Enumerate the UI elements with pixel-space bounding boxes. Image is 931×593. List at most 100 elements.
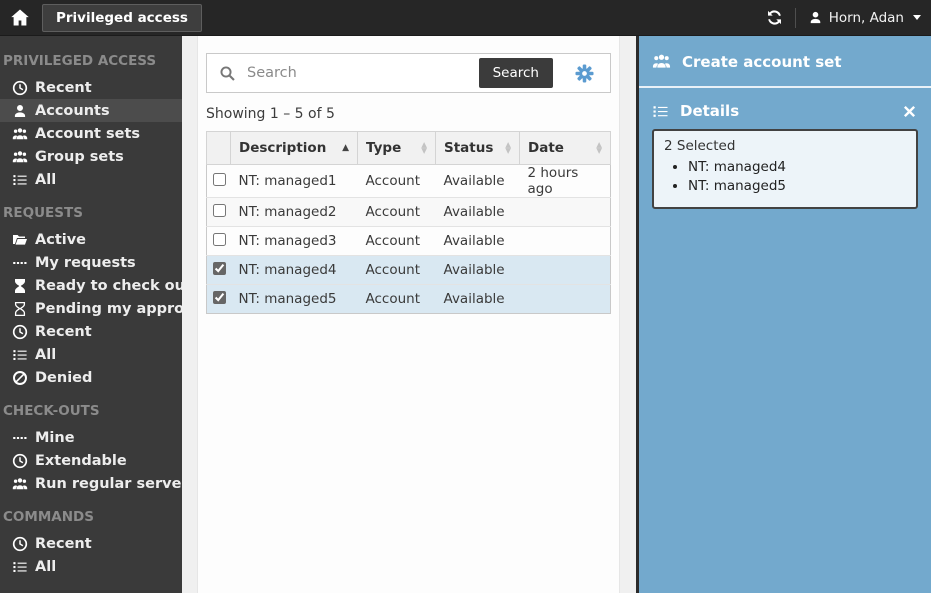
- user-icon: [808, 10, 823, 25]
- sidebar-item-label: Active: [35, 232, 86, 248]
- list-icon: [12, 347, 28, 363]
- selected-item: NT: managed5: [688, 178, 906, 194]
- sidebar-item-label: Run regular server n: [35, 476, 182, 492]
- sidebar-item-label: All: [35, 172, 56, 188]
- row-checkbox[interactable]: [213, 233, 226, 246]
- clock-icon: [12, 324, 28, 340]
- column-header-description[interactable]: Description▲: [231, 132, 358, 165]
- table-row[interactable]: NT: managed2AccountAvailable: [207, 198, 611, 227]
- refresh-button[interactable]: [766, 9, 783, 26]
- sidebar-item-extendable[interactable]: Extendable: [0, 449, 182, 472]
- cell-type: Account: [358, 285, 436, 314]
- selected-count: 2 Selected: [664, 138, 906, 154]
- sidebar-item-account-sets[interactable]: Account sets: [0, 122, 182, 145]
- gear-icon[interactable]: [575, 64, 594, 83]
- cell-date: [520, 198, 611, 227]
- cell-type: Account: [358, 256, 436, 285]
- sort-icon: ▲▼: [421, 142, 427, 154]
- sidebar-item-run-regular-server-n[interactable]: Run regular server n5: [0, 472, 182, 495]
- chevron-down-icon: [913, 15, 921, 20]
- create-account-set-label: Create account set: [682, 53, 842, 71]
- users-icon: [652, 52, 671, 71]
- cell-date: [520, 285, 611, 314]
- ellipsis-icon: [12, 430, 28, 446]
- sidebar: PRIVILEGED ACCESS Recent Accounts Account s…: [0, 36, 182, 593]
- sidebar-item-denied[interactable]: Denied: [0, 366, 182, 389]
- search-button[interactable]: Search: [479, 58, 553, 88]
- sidebar-item-label: Group sets: [35, 149, 124, 165]
- search-icon: [219, 65, 236, 82]
- table-row[interactable]: NT: managed4AccountAvailable: [207, 256, 611, 285]
- user-menu[interactable]: Horn, Adan: [808, 10, 921, 26]
- close-icon[interactable]: [901, 103, 918, 120]
- privileged-access-button[interactable]: Privileged access: [42, 4, 202, 32]
- search-input[interactable]: [245, 64, 479, 82]
- nav-section-title-requests: REQUESTS: [0, 191, 182, 228]
- results-summary: Showing 1 – 5 of 5: [206, 106, 611, 122]
- create-account-set-button[interactable]: Create account set: [639, 36, 931, 88]
- sidebar-item-ready-to-check-out[interactable]: Ready to check out: [0, 274, 182, 297]
- sidebar-item-all[interactable]: All: [0, 168, 182, 191]
- users-icon: [12, 149, 28, 165]
- sidebar-item-recent[interactable]: Recent: [0, 532, 182, 555]
- sidebar-item-group-sets[interactable]: Group sets: [0, 145, 182, 168]
- row-checkbox[interactable]: [213, 204, 226, 217]
- details-header: Details: [639, 88, 931, 129]
- row-checkbox[interactable]: [213, 173, 226, 186]
- sidebar-item-label: My requests: [35, 255, 136, 271]
- users-icon: [12, 476, 28, 492]
- results-table: Description▲Type▲▼Status▲▼Date▲▼ NT: man…: [206, 131, 611, 314]
- selection-panel: Create account set Details 2 Selected NT…: [639, 36, 931, 593]
- main-content: Search Showing 1 – 5 of 5 Description▲Ty…: [182, 36, 636, 593]
- table-row[interactable]: NT: managed1AccountAvailable2 hours ago: [207, 165, 611, 198]
- users-icon: [12, 126, 28, 142]
- column-header-type[interactable]: Type▲▼: [358, 132, 436, 165]
- column-header-date[interactable]: Date▲▼: [520, 132, 611, 165]
- sidebar-item-all[interactable]: All: [0, 343, 182, 366]
- column-header-status[interactable]: Status▲▼: [436, 132, 520, 165]
- cell-type: Account: [358, 165, 436, 198]
- home-button[interactable]: [10, 8, 30, 28]
- sidebar-item-label: Mine: [35, 430, 75, 446]
- sidebar-item-label: Denied: [35, 370, 92, 386]
- row-checkbox[interactable]: [213, 291, 226, 304]
- top-bar: Privileged access Horn, Adan: [0, 0, 931, 36]
- sidebar-item-label: Accounts: [35, 103, 110, 119]
- home-icon: [10, 8, 30, 28]
- sidebar-item-label: Recent: [35, 324, 92, 340]
- column-header-select: [207, 132, 231, 165]
- cell-date: 2 hours ago: [520, 165, 611, 198]
- sidebar-item-label: Account sets: [35, 126, 140, 142]
- sidebar-item-label: Recent: [35, 80, 92, 96]
- hourglass-filled-icon: [12, 278, 28, 294]
- sidebar-item-mine[interactable]: Mine: [0, 426, 182, 449]
- table-row[interactable]: NT: managed3AccountAvailable: [207, 227, 611, 256]
- results-panel: Search Showing 1 – 5 of 5 Description▲Ty…: [197, 36, 620, 593]
- row-checkbox[interactable]: [213, 262, 226, 275]
- cell-status: Available: [436, 256, 520, 285]
- topbar-separator: [795, 8, 796, 28]
- sidebar-item-active[interactable]: Active: [0, 228, 182, 251]
- cell-status: Available: [436, 198, 520, 227]
- sidebar-nav: PRIVILEGED ACCESS Recent Accounts Account s…: [0, 42, 182, 578]
- cell-date: [520, 256, 611, 285]
- sidebar-item-recent[interactable]: Recent: [0, 320, 182, 343]
- sidebar-item-all[interactable]: All: [0, 555, 182, 578]
- table-header-row: Description▲Type▲▼Status▲▼Date▲▼: [207, 132, 611, 165]
- list-icon: [12, 172, 28, 188]
- ban-icon: [12, 370, 28, 386]
- sidebar-item-my-requests[interactable]: My requests: [0, 251, 182, 274]
- hourglass-outline-icon: [12, 301, 28, 317]
- folder-open-icon: [12, 232, 28, 248]
- details-title: Details: [680, 102, 739, 120]
- sort-icon: ▲▼: [505, 142, 511, 154]
- sidebar-item-recent[interactable]: Recent: [0, 76, 182, 99]
- table-row[interactable]: NT: managed5AccountAvailable: [207, 285, 611, 314]
- sidebar-item-accounts[interactable]: Accounts: [0, 99, 182, 122]
- sidebar-item-pending-my-approval[interactable]: Pending my approval: [0, 297, 182, 320]
- cell-description: NT: managed3: [231, 227, 358, 256]
- refresh-icon: [766, 9, 783, 26]
- nav-section-title-check-outs: CHECK-OUTS: [0, 389, 182, 426]
- sidebar-item-label: Extendable: [35, 453, 127, 469]
- nav-section-title-privileged-access: PRIVILEGED ACCESS: [0, 42, 182, 76]
